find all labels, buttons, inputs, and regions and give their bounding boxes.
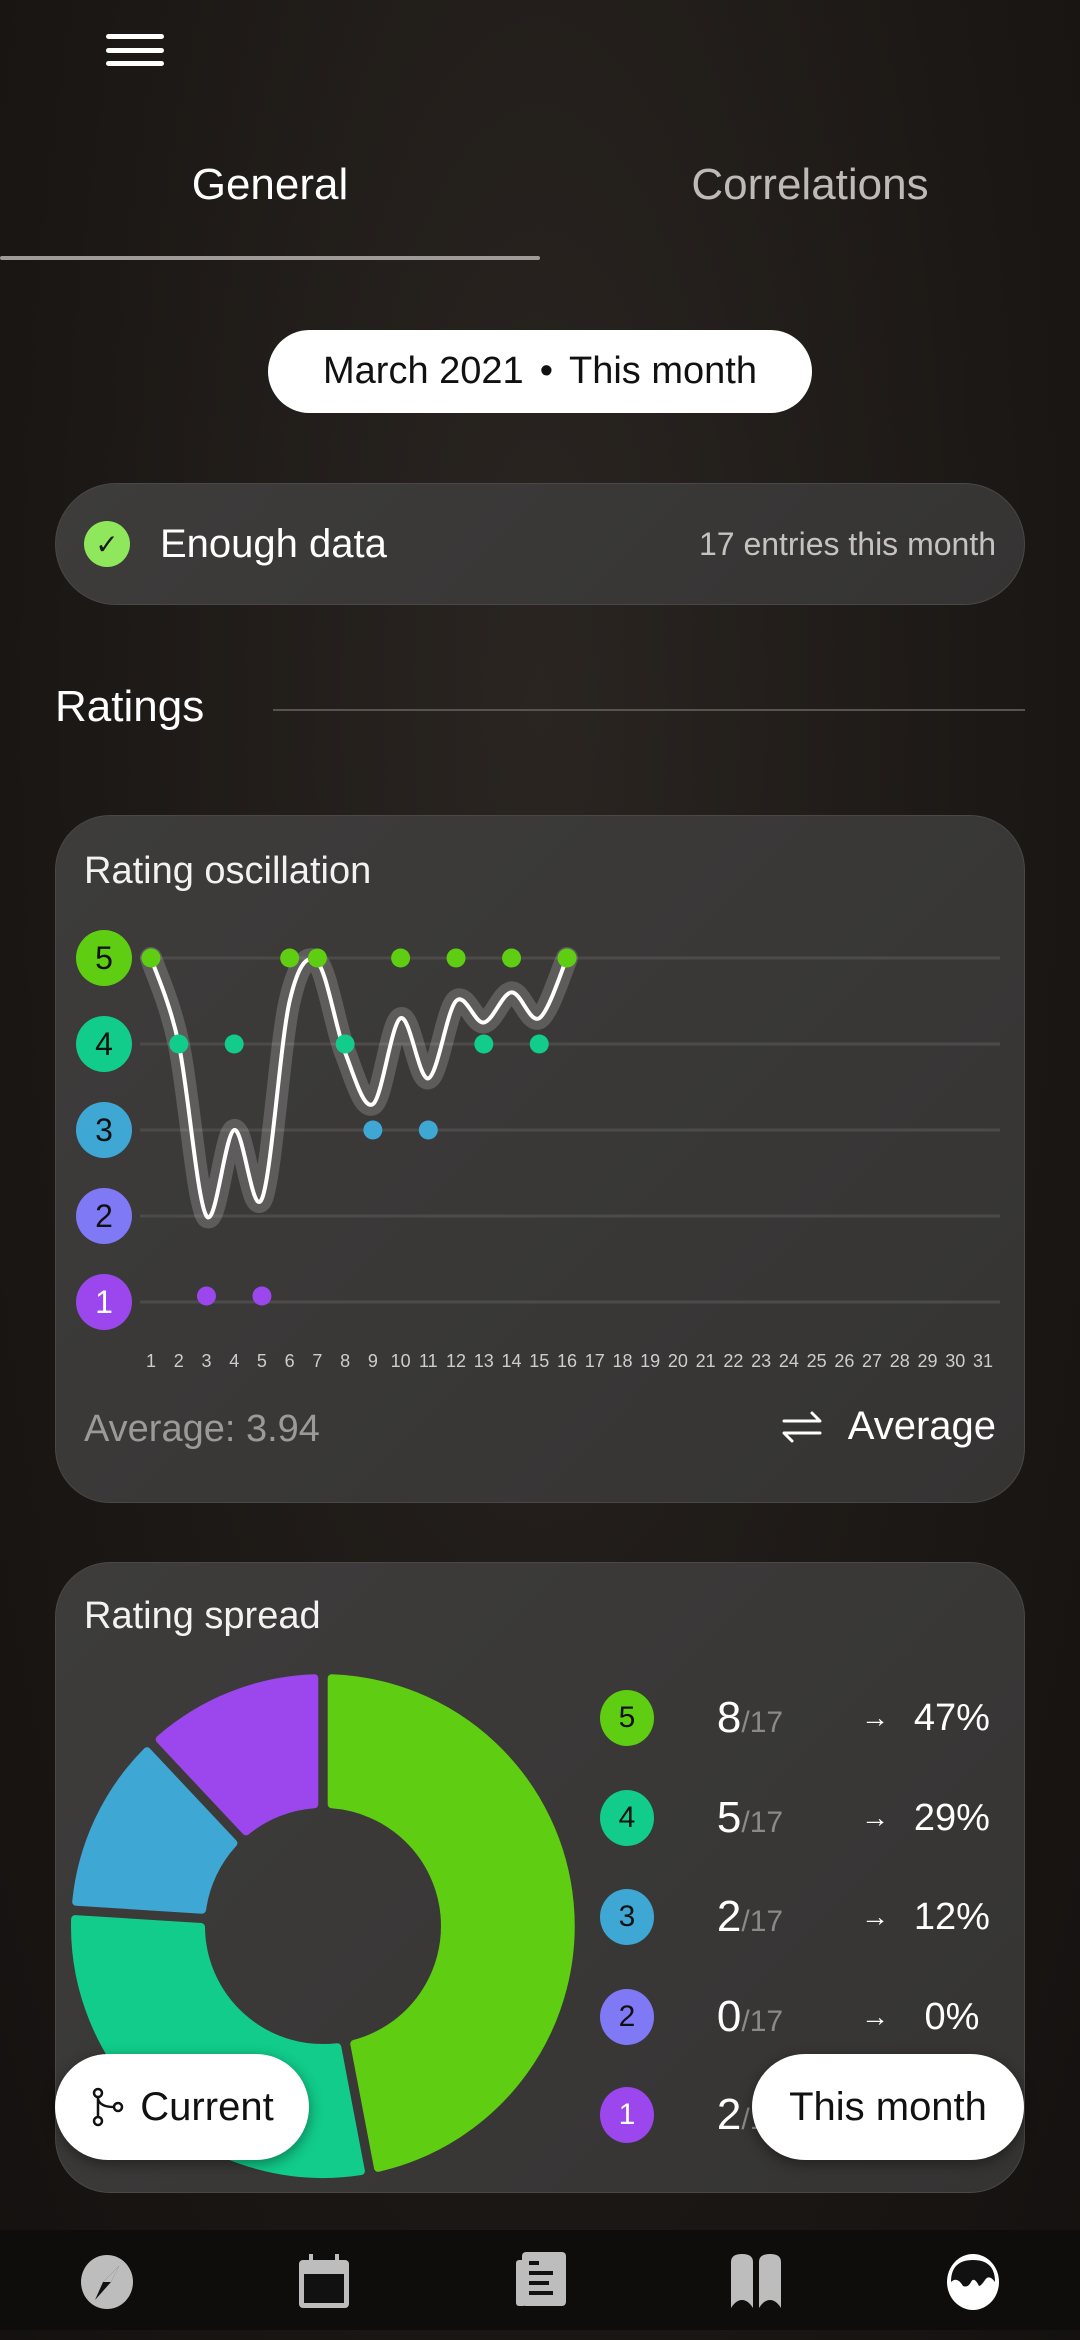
rating-badge: 3 — [600, 1889, 654, 1945]
legend-row: 5 8/17 → 47% — [600, 1690, 1000, 1746]
count-total: /17 — [741, 2005, 784, 2038]
current-button[interactable]: Current — [55, 2054, 309, 2160]
donut-slice-rating-5[interactable] — [327, 1674, 575, 2172]
rating-percent: 47% — [913, 1696, 990, 1739]
rating-badge: 1 — [600, 2087, 654, 2143]
journal-icon[interactable] — [510, 2252, 570, 2312]
count-total: /17 — [741, 1806, 784, 1839]
count-total: /17 — [741, 1905, 784, 1938]
rating-percent: 0% — [924, 1995, 980, 2038]
rating-count: 2/17 — [654, 1892, 846, 1942]
branch-icon — [93, 2087, 124, 2127]
rating-count: 8/17 — [654, 1693, 846, 1743]
rating-badge: 5 — [600, 1690, 654, 1746]
arrow-icon: → — [861, 1901, 889, 1932]
book-icon[interactable] — [726, 2252, 786, 2312]
calendar-icon[interactable] — [294, 2252, 354, 2312]
count-value: 2 — [716, 2090, 742, 2139]
current-label: Current — [140, 2084, 274, 2129]
rating-percent: 29% — [913, 1796, 990, 1839]
legend-row: 2 0/17 → 0% — [600, 1989, 1000, 2045]
count-total: /17 — [741, 1706, 784, 1739]
compass-icon[interactable] — [77, 2252, 137, 2312]
stats-icon[interactable] — [943, 2252, 1003, 2312]
rating-count: 0/17 — [654, 1992, 846, 2042]
arrow-icon: → — [861, 2001, 889, 2032]
this-month-button[interactable]: This month — [752, 2054, 1024, 2160]
legend-row: 4 5/17 → 29% — [600, 1790, 1000, 1846]
legend-row: 3 2/17 → 12% — [600, 1889, 1000, 1945]
arrow-icon: → — [861, 1702, 889, 1733]
rating-percent: 12% — [913, 1895, 990, 1938]
rating-count: 5/17 — [654, 1793, 846, 1843]
count-value: 5 — [716, 1793, 742, 1842]
count-value: 0 — [716, 1992, 742, 2041]
rating-badge: 4 — [600, 1790, 654, 1846]
rating-badge: 2 — [600, 1989, 654, 2045]
count-value: 2 — [716, 1892, 742, 1941]
count-value: 8 — [716, 1693, 742, 1742]
arrow-icon: → — [861, 1802, 889, 1833]
